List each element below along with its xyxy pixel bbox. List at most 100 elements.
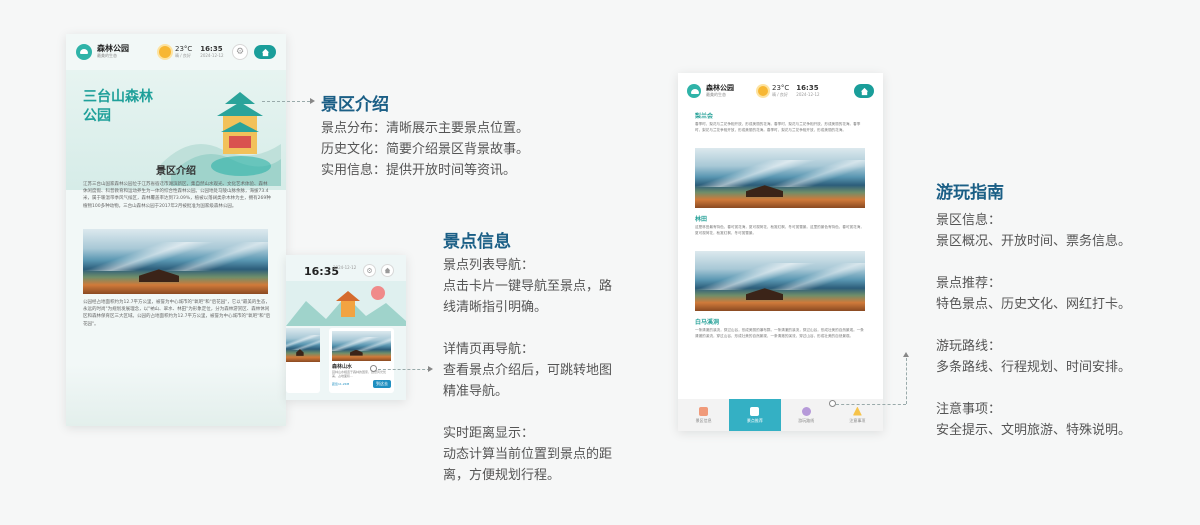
annotation-line: 景点分布：清晰展示主要景点位置。 (321, 121, 530, 136)
nav-item-route[interactable]: 游玩路线 (781, 399, 832, 431)
phone-screen-intro: 森林公园 最美的生态 23°C 晴 / 良好 16:35 2024-12-12 ⚙ 三… (66, 34, 286, 426)
annotation-line: 多条路线、行程规划、时间安排。 (936, 360, 1132, 375)
clock: 16:35 2024-12-12 (796, 83, 820, 97)
spot-photo (695, 148, 865, 208)
date: 2024-12-12 (200, 52, 224, 58)
mountain-decoration (66, 364, 286, 426)
intro-paragraph-2: 公园经占地面积约为12.7平方公里，被誉为中心城市的"氧吧"和"后花园"，它以"… (83, 300, 271, 327)
spot-section-title: 梨兰会 (695, 113, 714, 120)
home-icon (860, 87, 868, 95)
settings-button[interactable]: ⚙ (232, 44, 248, 60)
annotation-line: 景点推荐： (936, 276, 1002, 291)
home-button[interactable] (854, 84, 874, 98)
time: 16:35 (200, 44, 223, 53)
guide-content: 梨兰会 春季时，梨花与兰花争相开放，形成美丽的花海。春季时，梨花与兰花争相开放，… (695, 111, 867, 345)
bookmark-icon (750, 406, 760, 416)
arrow-icon (310, 98, 315, 104)
annotation-body-spots: 景点列表导航： 点击卡片一键导航至景点，路 线清晰指引明确。 详情页再导航： 查… (443, 255, 612, 486)
temperature: 23°C (175, 44, 193, 53)
home-icon (384, 267, 391, 274)
banner-illustration (286, 281, 406, 326)
scenery-photo (83, 229, 268, 294)
nav-label: 注意事项 (849, 417, 866, 423)
spot-photo (332, 331, 391, 361)
time: 16:35 (796, 83, 819, 92)
phone-screen-spots: 16:35 2024-12-12 ⚙ 森林山水 园林山水相连于森林的国家，自然风… (286, 255, 406, 400)
date: 2024-12-12 (796, 91, 820, 97)
spot-photo (286, 328, 320, 362)
annotation-line: 精准导航。 (443, 384, 509, 399)
spot-section-text: 这是林田最有特色，春可赏花海，夏可观荷花，秋赏红枫，冬可赏雪景。这里的景色有特色… (695, 225, 864, 235)
annotation-line: 点击卡片一键导航至景点，路 (443, 279, 613, 294)
distance-label: 距您11.2KM (332, 382, 350, 386)
connector-line (836, 404, 906, 405)
app-subtitle: 最美的生态 (706, 91, 726, 97)
intro-paragraph: 江苏三台山国家森林公园位于江苏省宿迁市湖滨新区，集自然山水观光、文化艺术体验、森… (83, 182, 271, 209)
section-title: 景区介绍 (156, 166, 196, 177)
settings-button[interactable]: ⚙ (363, 264, 376, 277)
spot-section-title: 林田 (695, 216, 708, 223)
spot-photo (695, 251, 865, 311)
phone-screen-guide: 森林公园 最美的生态 23°C 晴 / 良好 16:35 2024-12-12 梨兰会… (678, 73, 883, 431)
spot-section-text: 一条清澈的溪流，穿过山谷，形成美丽的瀑布群。一条清澈的溪流，穿过山谷，形成壮美的… (695, 328, 864, 338)
annotation-line: 注意事项： (936, 402, 1002, 417)
app-header: 森林公园 最美的生态 23°C 晴 / 良好 16:35 2024-12-12 ⚙ (66, 34, 286, 70)
park-logo-icon (687, 84, 701, 98)
weather: 23°C 晴 / 良好 (175, 44, 193, 58)
annotation-body-guide: 景区信息： 景区概况、开放时间、票务信息。 景点推荐： 特色景点、历史文化、网红… (936, 210, 1131, 441)
spot-card[interactable]: 森林山水 园林山水相连于森林的国家，自然风光优美，占地面积… 距您11.2KM … (329, 328, 394, 393)
nav-label: 游玩路线 (798, 417, 815, 423)
annotation-title-spots: 景点信息 (443, 232, 511, 252)
annotation-line: 历史文化：简要介绍景区背景故事。 (321, 142, 530, 157)
gear-icon: ⚙ (235, 47, 245, 57)
arrow-icon (428, 366, 433, 372)
annotation-title-intro: 景区介绍 (321, 95, 389, 115)
annotation-line: 游玩路线： (936, 339, 1002, 354)
hotspot-marker[interactable] (829, 400, 836, 407)
route-icon (801, 406, 811, 416)
app-name: 森林公园 (706, 83, 734, 92)
weather-desc: 晴 / 良好 (772, 91, 788, 97)
connector-line (262, 101, 310, 102)
spot-card-partial[interactable] (286, 328, 320, 393)
home-button[interactable] (254, 45, 276, 59)
annotation-line: 安全提示、文明旅游、特殊说明。 (936, 423, 1132, 438)
nav-label: 景区信息 (695, 417, 712, 423)
info-icon (699, 406, 709, 416)
annotation-line: 线清晰指引明确。 (443, 300, 548, 315)
home-button[interactable] (381, 264, 394, 277)
annotation-body-intro: 景点分布：清晰展示主要景点位置。 历史文化：简要介绍景区背景故事。 实用信息：提… (321, 118, 529, 181)
annotation-line: 特色景点、历史文化、网红打卡。 (936, 297, 1132, 312)
gear-icon: ⚙ (366, 266, 373, 275)
annotation-line: 详情页再导航： (443, 342, 535, 357)
warning-icon (852, 406, 862, 416)
nav-item-info[interactable]: 景区信息 (678, 399, 729, 431)
spot-section-title: 白马溪洞 (695, 319, 720, 326)
annotation-line: 动态计算当前位置到景点的距 (443, 447, 613, 462)
temperature: 23°C (772, 83, 790, 92)
brand: 森林公园 最美的生态 (706, 83, 734, 97)
clock: 16:35 2024-12-12 (200, 44, 224, 58)
annotation-line: 查看景点介绍后，可跳转地图 (443, 363, 613, 378)
spot-section-text: 春季时，梨花与兰花争相开放，形成美丽的花海。春季时，梨花与兰花争相开放，形成美丽… (695, 122, 861, 132)
spot-desc: 园林山水相连于森林的国家，自然风光优美，占地面积… (332, 370, 387, 378)
sun-icon (758, 86, 768, 96)
weather: 23°C 晴 / 良好 (772, 83, 790, 97)
annotation-line: 实用信息：提供开放时间等资讯。 (321, 163, 517, 178)
nav-item-recommend[interactable]: 景点推荐 (729, 399, 781, 431)
weather-desc: 晴 / 良好 (175, 52, 191, 58)
park-logo-icon (76, 44, 92, 60)
connector-line-vertical (906, 358, 907, 404)
annotation-line: 景区信息： (936, 213, 1002, 228)
app-header: 森林公园 最美的生态 23°C 晴 / 良好 16:35 2024-12-12 (678, 73, 883, 109)
brand: 森林公园 最美的生态 (97, 45, 129, 59)
navigate-button[interactable]: 到这去 (373, 380, 391, 388)
annotation-line: 实时距离显示： (443, 426, 535, 441)
app-subtitle: 最美的生态 (97, 53, 117, 59)
annotation-line: 景区概况、开放时间、票务信息。 (936, 234, 1132, 249)
hotspot-marker[interactable] (370, 365, 377, 372)
annotation-line: 景点列表导航： (443, 258, 535, 273)
annotation-line: 离，方便规划行程。 (443, 468, 561, 483)
connector-line (378, 369, 430, 370)
sun-icon (159, 46, 171, 58)
